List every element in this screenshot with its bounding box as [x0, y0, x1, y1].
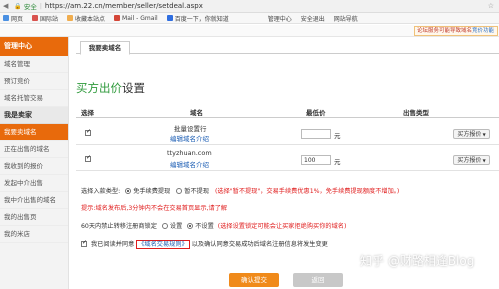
- bookmark-item[interactable]: Mail - Gmail: [114, 15, 158, 22]
- edit-domain-intro-link[interactable]: 编辑域名介绍: [170, 159, 209, 169]
- sidebar: 管理中心 域名管理 预订竞价 域名托管交易 我是卖家 我要卖域名 正在出售的域名…: [0, 37, 69, 289]
- back-icon[interactable]: ◀: [3, 2, 8, 10]
- row-checkbox[interactable]: [85, 128, 91, 136]
- sidebar-item-shop[interactable]: 我的米店: [0, 226, 68, 243]
- bookmark-item[interactable]: 收藏本站点: [67, 14, 105, 23]
- price-unit: 元: [334, 158, 341, 166]
- tab-bar: 我要卖域名: [76, 39, 499, 55]
- submit-button[interactable]: 确认提交: [229, 273, 279, 287]
- domain-name: ttyzhuan.com: [167, 149, 212, 157]
- edit-domain-intro-link[interactable]: 编辑域名介绍: [170, 133, 209, 143]
- sale-type-select[interactable]: 买方报价 ▼: [453, 129, 490, 139]
- sidebar-item-domain-manage[interactable]: 域名管理: [0, 56, 68, 73]
- page-title: 买方出价设置: [76, 81, 145, 95]
- domain-name: 批量设置行: [174, 125, 207, 133]
- lock-radio-set[interactable]: [161, 223, 168, 229]
- sidebar-item-sell-domain[interactable]: 我要卖域名: [0, 124, 68, 141]
- site-header-strip: 论坛服务可能导致域名竞价功能: [0, 25, 499, 37]
- baidu-icon: [166, 15, 173, 21]
- bookmark-item[interactable]: 网页: [3, 14, 23, 23]
- chevron-down-icon: ▼: [481, 132, 486, 137]
- sale-type-select[interactable]: 买方报价 ▼: [453, 155, 490, 165]
- sidebar-item-sale-page[interactable]: 我的出售页: [0, 209, 68, 226]
- agreement-row: 我已阅读并同意 《域名交易规则》 以及确认同意交易成功后域名注册信息将发生变更: [81, 239, 499, 249]
- sidebar-header[interactable]: 管理中心: [0, 37, 68, 56]
- notice-text: 论坛服务可能导致域名: [417, 28, 473, 34]
- agree-checkbox[interactable]: [81, 239, 87, 247]
- bookmark-item[interactable]: 国际站: [32, 14, 58, 23]
- lock-radio-unset[interactable]: [187, 223, 194, 229]
- back-button[interactable]: 返回: [293, 273, 343, 287]
- transfer-lock-row: 60天内禁止转移注册商锁定 设置 不设置 (选择设置锁定可能会让买家拒绝购买你的…: [81, 223, 347, 230]
- fee-radio-free[interactable]: [125, 188, 132, 194]
- table-header: 选择 域名 最低价 出售类型: [76, 105, 499, 118]
- bookmark-item[interactable]: 安全退出: [301, 14, 325, 23]
- notice-link[interactable]: 竞价功能: [472, 28, 494, 34]
- security-label: 安全: [23, 3, 37, 11]
- row-checkbox[interactable]: [85, 154, 91, 162]
- publish-warning: 提示:域名发布后,3分钟内不会在交易首页显示,请了解: [81, 205, 228, 212]
- globe-icon: [3, 15, 9, 21]
- trade-rules-link[interactable]: 《域名交易规则》: [136, 240, 190, 249]
- bookmarks-bar: 网页 国际站 收藏本站点 Mail - Gmail 百度一下，你就知道 管理中心…: [0, 13, 499, 24]
- sidebar-item-presale[interactable]: 预订竞价: [0, 73, 68, 90]
- chevron-down-icon: ▼: [481, 158, 486, 163]
- fee-radio-hold[interactable]: [176, 188, 183, 194]
- star-icon[interactable]: ☆: [488, 2, 494, 10]
- sidebar-section-seller[interactable]: 我是卖家: [0, 107, 68, 124]
- browser-url-bar: ◀ 🔒 安全 | https://am.22.cn/member/seller/…: [0, 0, 499, 13]
- price-input[interactable]: [301, 129, 331, 139]
- lock-icon: 🔒: [14, 2, 22, 10]
- watermark: 知乎 @财路相逢Blog: [360, 254, 475, 268]
- sidebar-item-selling[interactable]: 正在出售的域名: [0, 141, 68, 158]
- bookmark-item[interactable]: 百度一下，你就知道: [166, 14, 229, 23]
- tab-sell-domain[interactable]: 我要卖域名: [80, 41, 130, 55]
- table-row: ttyzhuan.com 编辑域名介绍 元 买方报价 ▼: [76, 145, 499, 171]
- bookmark-item[interactable]: 网站导航: [334, 14, 358, 23]
- lock-note: (选择设置锁定可能会让买家拒绝购买你的域名): [217, 223, 347, 230]
- fee-note: (选择"暂不提现"，交易手续费优惠1%，免手续费提现额度不增加。): [215, 188, 400, 195]
- bookmark-item[interactable]: 管理中心: [268, 14, 292, 23]
- sidebar-item-broker-sale[interactable]: 发起中介出售: [0, 175, 68, 192]
- url-text[interactable]: https://am.22.cn/member/seller/setdeal.a…: [45, 2, 203, 10]
- sidebar-item-broker-domains[interactable]: 我中介出售的域名: [0, 192, 68, 209]
- sidebar-item-escrow[interactable]: 域名托管交易: [0, 90, 68, 107]
- fee-type-row: 选择入款类型: 免手续费提现 暂不提现 (选择"暂不提现"，交易手续费优惠1%，…: [81, 188, 400, 195]
- table-row: 批量设置行 编辑域名介绍 元 买方报价 ▼: [76, 119, 499, 145]
- site-icon: [32, 15, 39, 21]
- sidebar-item-offers[interactable]: 我收到的报价: [0, 158, 68, 175]
- gmail-icon: [114, 15, 121, 21]
- price-input[interactable]: [301, 155, 331, 165]
- price-unit: 元: [334, 132, 341, 140]
- notice-box: 论坛服务可能导致域名竞价功能: [414, 26, 498, 36]
- star-icon: [67, 15, 74, 21]
